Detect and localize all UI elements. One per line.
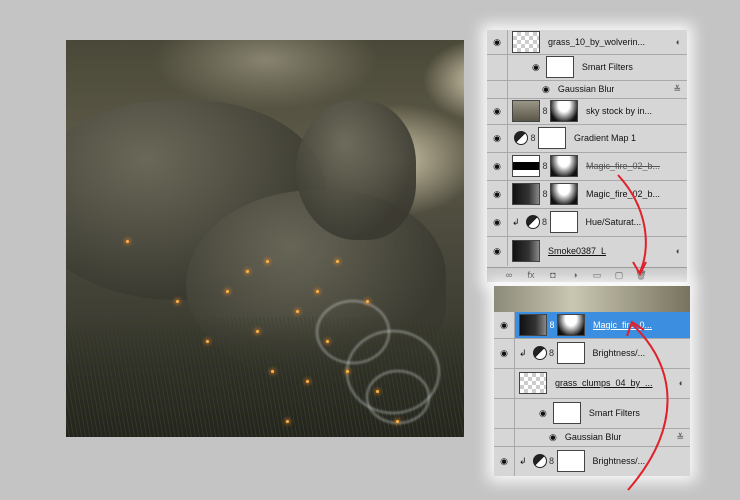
drag-arrow-down [617,174,647,273]
arrowhead-down [632,261,647,277]
annotation-arrows [617,174,669,491]
drag-arrow-up [627,323,669,491]
